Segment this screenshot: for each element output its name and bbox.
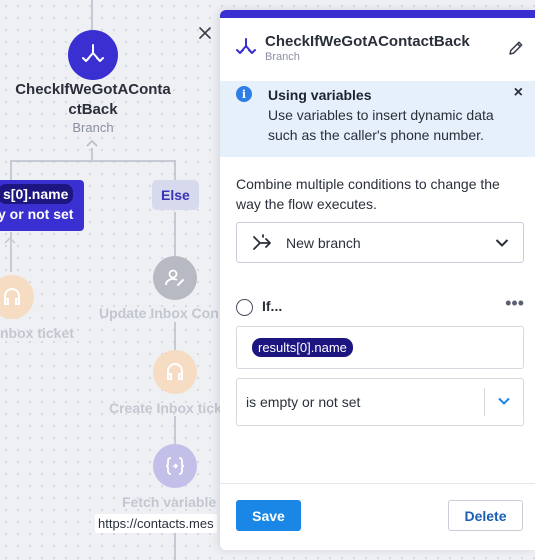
inbox-ticket-node[interactable] bbox=[0, 275, 34, 319]
chevron-down-icon bbox=[498, 397, 510, 405]
edit-pencil-icon[interactable] bbox=[507, 39, 525, 57]
url-preview: https://contacts.mes bbox=[95, 514, 217, 533]
condition-variable: s[0].name bbox=[0, 184, 74, 204]
delete-button[interactable]: Delete bbox=[448, 500, 523, 531]
inbox-ticket-label: nbox ticket bbox=[0, 325, 74, 341]
collapse-chevron-icon[interactable] bbox=[86, 139, 98, 147]
headset-icon bbox=[167, 363, 183, 380]
update-inbox-contact-label: Update Inbox Con bbox=[99, 305, 219, 321]
connector-line bbox=[10, 160, 12, 182]
create-inbox-ticket-label: Create Inbox tick bbox=[109, 400, 222, 416]
condition-label: If... bbox=[262, 298, 283, 314]
condition-header: If... ••• bbox=[236, 293, 524, 317]
condition-box[interactable]: s[0].name y or not set bbox=[0, 180, 84, 231]
panel-title: CheckIfWeGotAContactBack bbox=[265, 33, 470, 50]
new-branch-label: New branch bbox=[286, 234, 361, 251]
info-icon: i bbox=[236, 86, 252, 102]
info-text: Use variables to insert dynamic data suc… bbox=[268, 107, 494, 143]
panel-subtitle: Branch bbox=[265, 51, 300, 63]
condition-status-icon bbox=[236, 299, 253, 316]
operator-value: is empty or not set bbox=[246, 394, 361, 410]
variable-field[interactable]: results[0].name bbox=[236, 326, 524, 369]
panel-accent-bar bbox=[220, 10, 535, 18]
panel-footer: Save Delete bbox=[220, 483, 535, 550]
connector-line bbox=[174, 160, 176, 180]
branch-node[interactable] bbox=[68, 30, 118, 80]
operator-select[interactable]: is empty or not set bbox=[236, 378, 524, 426]
fetch-variables-node[interactable] bbox=[153, 444, 197, 488]
info-title: Using variables bbox=[268, 87, 372, 103]
branch-settings-panel: CheckIfWeGotAContactBack Branch i Using … bbox=[220, 10, 535, 550]
connector-line bbox=[91, 0, 93, 32]
update-inbox-contact-node[interactable] bbox=[153, 256, 197, 300]
branch-node-title: CheckIfWeGotAConta ctBack bbox=[15, 81, 171, 118]
connector-line bbox=[174, 416, 176, 444]
branch-node-type: Branch bbox=[72, 120, 114, 135]
connector-line bbox=[174, 532, 176, 560]
branch-icon bbox=[236, 38, 256, 54]
else-branch-tag[interactable]: Else bbox=[152, 180, 199, 210]
select-divider bbox=[484, 388, 485, 416]
connector-line bbox=[10, 160, 176, 162]
connector-line bbox=[174, 322, 176, 352]
chevron-down-icon bbox=[495, 238, 509, 247]
variable-chip[interactable]: results[0].name bbox=[252, 338, 353, 357]
info-close-icon[interactable]: × bbox=[514, 84, 523, 102]
more-options-icon[interactable]: ••• bbox=[505, 293, 524, 314]
info-banner: i Using variables Use variables to inser… bbox=[220, 81, 535, 157]
branch-split-icon bbox=[253, 233, 271, 250]
condition-operator: y or not set bbox=[0, 206, 74, 222]
headset-icon bbox=[4, 288, 20, 305]
create-inbox-ticket-node[interactable] bbox=[153, 350, 197, 394]
fetch-variables-label: Fetch variable bbox=[122, 494, 217, 510]
user-edit-icon bbox=[165, 269, 184, 286]
panel-header: CheckIfWeGotAContactBack Branch bbox=[220, 18, 535, 81]
panel-description: Combine multiple conditions to change th… bbox=[236, 176, 500, 212]
close-icon[interactable] bbox=[196, 24, 214, 42]
collapse-chevron-icon[interactable] bbox=[4, 236, 16, 244]
fetch-variables-icon bbox=[165, 457, 185, 475]
save-button[interactable]: Save bbox=[236, 500, 301, 531]
branch-icon bbox=[82, 44, 104, 62]
connector-line bbox=[174, 212, 176, 258]
new-branch-select[interactable]: New branch bbox=[236, 222, 524, 263]
